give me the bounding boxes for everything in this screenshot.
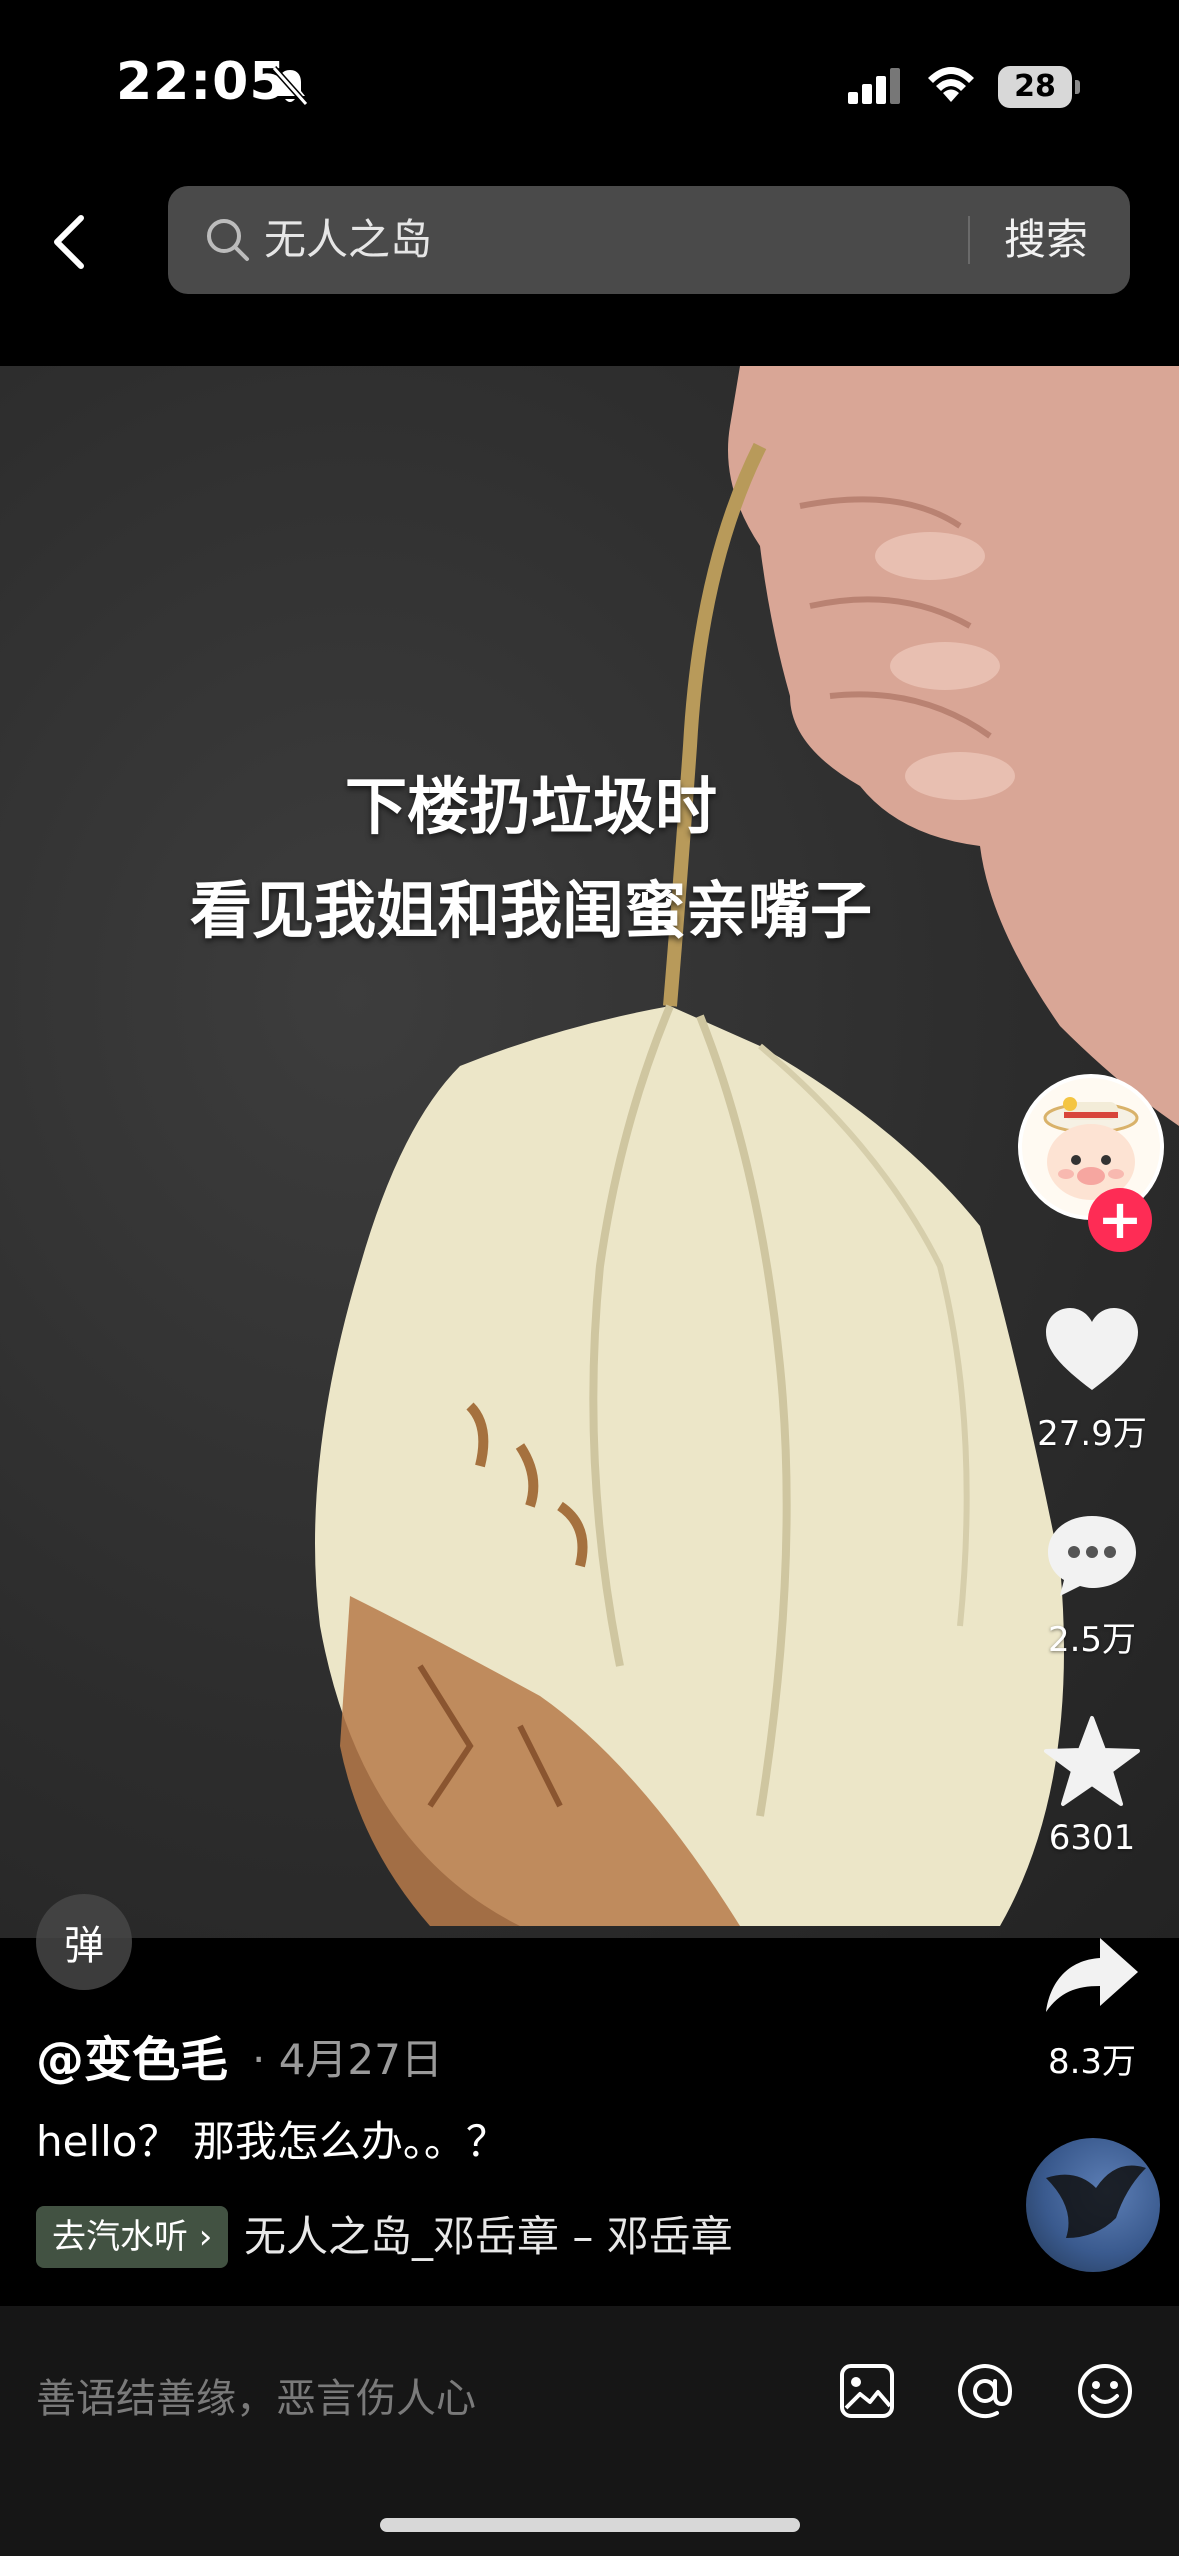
music-disc[interactable] [1026,2138,1160,2272]
search-input[interactable]: 无人之岛 [264,210,432,270]
comment-input[interactable]: 善语结善缘，恶言伤人心 [36,2366,476,2424]
post-date: · 4月27日 [252,2035,443,2084]
video-frame-image [315,366,1179,1926]
music-title[interactable]: 无人之岛_邓岳章 – 邓岳章 [244,2206,764,2268]
battery-icon: 28 [998,66,1080,108]
favorite-button[interactable]: 6301 [1030,1714,1154,1858]
heart-icon [1046,1308,1138,1390]
search-divider [968,216,970,264]
share-icon [1046,1938,1138,2012]
comment-count: 2.5万 [1047,1620,1137,1660]
bell-muted-icon [271,66,309,106]
share-count: 8.3万 [1047,2042,1137,2082]
comment-button[interactable]: 2.5万 [1030,1508,1154,1661]
at-icon[interactable] [952,2358,1018,2424]
like-button[interactable]: 27.9万 [1030,1302,1154,1455]
listen-in-qishui-tag[interactable]: 去汽水听 › [36,2206,229,2268]
like-count: 27.9万 [1037,1414,1147,1454]
comment-icon [1048,1516,1136,1596]
image-icon[interactable] [834,2358,900,2424]
danmaku-toggle-button[interactable]: 弹 [36,1894,132,1990]
battery-cap [1075,80,1080,94]
back-button[interactable] [38,206,100,278]
back-icon [54,215,84,269]
status-bar: 22:05 28 [0,0,1179,170]
wifi-icon [928,67,974,102]
favorite-count: 6301 [1048,1818,1136,1858]
comment-bar: 善语结善缘，恶言伤人心 [0,2306,1179,2556]
star-icon [1044,1716,1140,1806]
emoji-icon[interactable] [1072,2358,1138,2424]
music-cover-image [1046,2165,1146,2238]
video-caption-line-1: 下楼扔垃圾时 [344,770,717,843]
home-indicator[interactable] [380,2518,800,2532]
video-caption-line-2: 看见我姐和我闺蜜亲嘴子 [189,874,872,947]
follow-button[interactable]: + [1088,1188,1152,1252]
video-player[interactable]: 下楼扔垃圾时 看见我姐和我闺蜜亲嘴子 [0,366,1179,1938]
search-bar[interactable]: 无人之岛 搜索 [168,186,1130,294]
author-name[interactable]: @变色毛 [36,2020,228,2090]
share-button[interactable]: 8.3万 [1030,1930,1154,2083]
search-button[interactable]: 搜索 [1004,210,1088,270]
signal-icon [848,68,900,104]
status-time: 22:05 [116,52,287,112]
post-description: hello？ 那我怎么办。。？ [36,2117,508,2166]
search-icon [207,219,249,261]
battery-level: 28 [998,66,1072,108]
